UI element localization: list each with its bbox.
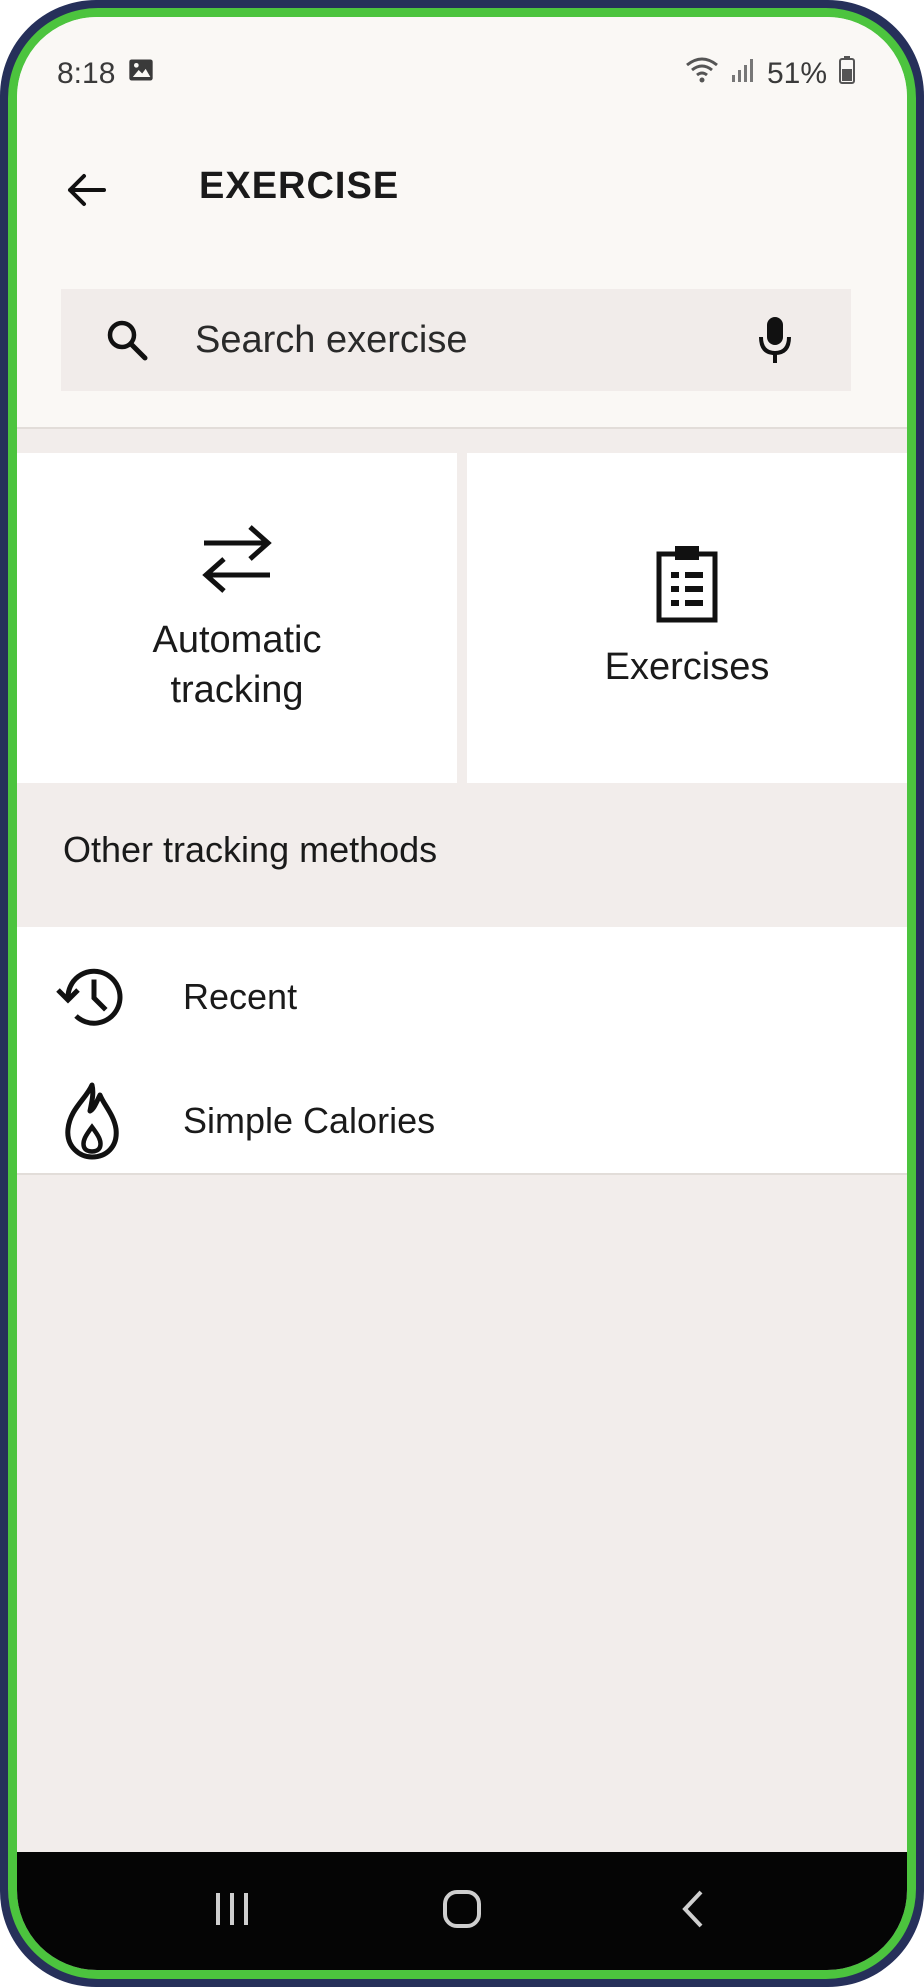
back-icon (677, 1888, 707, 1935)
battery-level: 51% (766, 57, 827, 90)
list-item-recent[interactable]: Recent (17, 935, 907, 1059)
search-icon (105, 318, 171, 362)
tracking-cards: Automatic tracking Exercises (17, 453, 907, 783)
battery-icon (839, 56, 855, 92)
search-bar[interactable] (61, 289, 851, 391)
home-button[interactable] (417, 1871, 507, 1951)
back-button[interactable] (51, 157, 121, 227)
device-bezel: 8:18 51% EXERCISE Search exercise Automa… (8, 8, 916, 1979)
other-methods-list: Recent Simple Calories (17, 927, 907, 1175)
flame-icon (47, 1081, 137, 1161)
page-title: EXERCISE (199, 165, 400, 207)
list-item-simple-calories[interactable]: Simple Calories (17, 1059, 907, 1183)
device-frame: 8:18 51% EXERCISE Search exercise Automa… (0, 0, 924, 1987)
status-time: 8:18 (57, 57, 116, 90)
wifi-icon (685, 56, 719, 92)
exercises-label: Exercises (604, 645, 770, 688)
recent-label: Recent (183, 976, 298, 1017)
status-bar: 8:18 51% (17, 17, 907, 117)
microphone-icon[interactable] (745, 315, 805, 365)
system-nav-bar (17, 1852, 907, 1970)
signal-icon (731, 57, 755, 91)
history-icon (47, 962, 137, 1032)
section-title: Other tracking methods (63, 829, 438, 870)
gallery-icon (127, 56, 155, 92)
exercises-card[interactable]: Exercises (467, 453, 907, 783)
arrow-left-icon (64, 168, 108, 217)
system-back-button[interactable] (647, 1871, 737, 1951)
screen: 8:18 51% EXERCISE Search exercise Automa… (17, 17, 907, 1970)
status-left: 8:18 (57, 56, 155, 92)
recents-button[interactable] (187, 1871, 277, 1951)
clipboard-icon (655, 544, 719, 629)
recents-icon (212, 1889, 252, 1934)
swap-arrows-icon (198, 521, 276, 602)
automatic-tracking-label: Automatic tracking (152, 619, 322, 711)
status-right: 51% (685, 56, 855, 92)
simple-calories-label: Simple Calories (183, 1100, 436, 1141)
search-input[interactable] (195, 318, 745, 362)
app-header: EXERCISE (17, 117, 907, 429)
automatic-tracking-card[interactable]: Automatic tracking (17, 453, 457, 783)
home-icon (441, 1888, 483, 1935)
